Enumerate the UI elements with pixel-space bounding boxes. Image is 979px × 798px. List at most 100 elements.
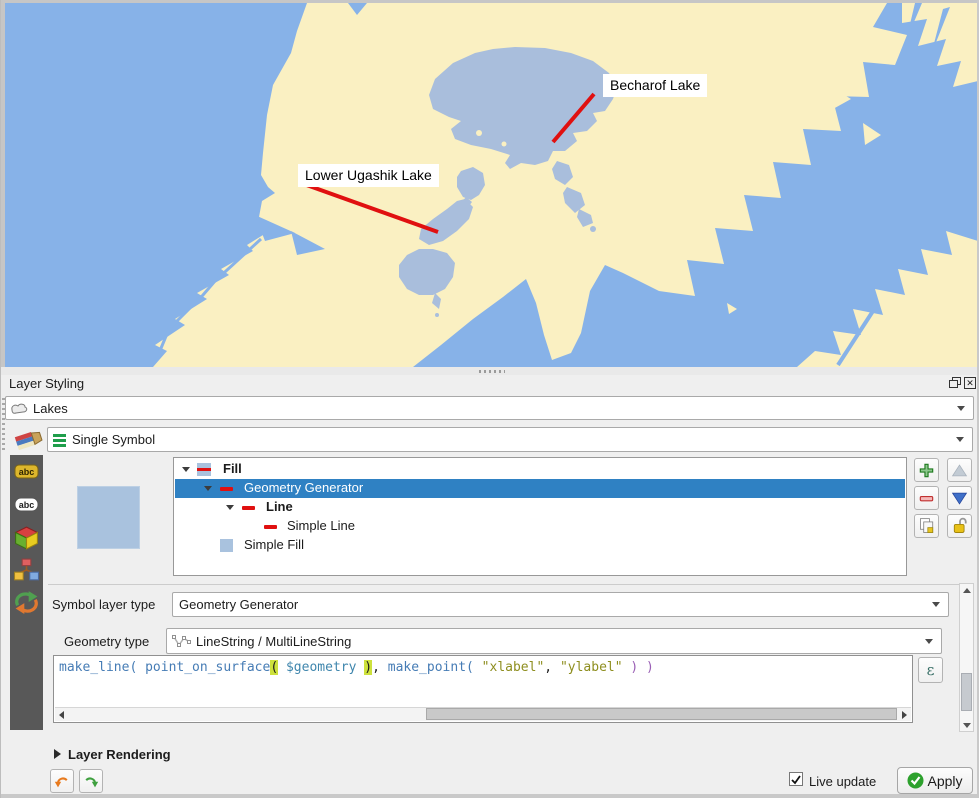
tree-row-label: Geometry Generator (244, 480, 363, 495)
svg-text:abc: abc (19, 467, 35, 477)
expression-editor[interactable]: make_line( point_on_surface( $geometry )… (53, 655, 913, 723)
map-graphics (5, 3, 978, 367)
expander-icon[interactable] (204, 486, 212, 491)
duplicate-icon (918, 517, 936, 535)
expander-icon[interactable] (226, 505, 234, 510)
tree-row-line[interactable]: Line (175, 498, 905, 517)
geometry-type-select[interactable]: LineString / MultiLineString (166, 628, 942, 654)
renderer-selector-value: Single Symbol (72, 432, 956, 447)
symbol-layer-tree: Fill Geometry Generator Line Simple Line… (173, 457, 907, 576)
section-divider (48, 584, 974, 585)
tree-row-label: Simple Line (287, 518, 355, 533)
line-symbol-icon (264, 525, 277, 529)
expression-token: make_line( (59, 660, 145, 675)
symbology-brush-icon[interactable] (14, 426, 44, 457)
tree-row-simple-fill[interactable]: Simple Fill (175, 536, 905, 555)
move-up-button[interactable] (947, 458, 972, 482)
geometry-type-label: Geometry type (64, 634, 149, 649)
lake-island (476, 130, 482, 136)
apply-button[interactable]: Apply (897, 767, 973, 794)
symbol-layer-type-label: Symbol layer type (52, 597, 155, 612)
map-label-becharof: Becharof Lake (603, 74, 707, 97)
duplicate-symbol-layer-button[interactable] (914, 514, 939, 538)
lake-tail (590, 226, 596, 232)
float-panel-icon[interactable] (949, 377, 961, 389)
expression-token: "xlabel" (482, 660, 545, 675)
apply-label: Apply (927, 773, 962, 789)
check-icon (790, 774, 802, 786)
styling-sidebar: abc abc (10, 455, 43, 730)
chevron-down-icon (925, 639, 933, 644)
tree-row-fill[interactable]: Fill (175, 460, 905, 479)
down-arrow-icon (951, 491, 968, 506)
up-arrow-icon (951, 463, 968, 478)
expression-token: ) ) (630, 660, 653, 675)
epsilon-icon: ε (927, 661, 935, 679)
expression-token: , (544, 660, 560, 675)
masks-abc-icon[interactable]: abc (13, 495, 40, 519)
fill-square-icon (220, 539, 233, 552)
panel-vscrollbar[interactable] (959, 583, 974, 732)
scroll-right-icon[interactable] (898, 708, 911, 721)
close-panel-icon[interactable]: ✕ (964, 377, 976, 389)
symbol-layer-type-select[interactable]: Geometry Generator (172, 592, 949, 617)
scroll-down-icon[interactable] (960, 719, 973, 731)
tree-row-simple-line[interactable]: Simple Line (175, 517, 905, 536)
linestring-geometry-icon (171, 634, 191, 649)
renderer-selector[interactable]: Single Symbol (47, 427, 973, 452)
scroll-up-icon[interactable] (960, 584, 973, 596)
svg-text:abc: abc (19, 500, 35, 510)
expression-token: "ylabel" (560, 660, 623, 675)
window-edge (1, 794, 979, 798)
splitter-grip-icon (479, 370, 505, 373)
lake-dot (435, 313, 439, 317)
remove-symbol-layer-button[interactable] (914, 486, 939, 510)
expression-builder-button[interactable]: ε (918, 657, 943, 683)
labels-abc-icon[interactable]: abc (13, 462, 40, 486)
vscroll-thumb[interactable] (961, 673, 972, 711)
expression-hscrollbar[interactable] (55, 707, 911, 721)
expression-token: make_point( (388, 660, 482, 675)
history-arrows-icon[interactable] (13, 590, 40, 614)
geometry-type-value: LineString / MultiLineString (196, 634, 925, 649)
expression-token (278, 660, 286, 675)
undo-arrow-icon (54, 773, 70, 789)
layer-selector[interactable]: Lakes (5, 396, 974, 420)
expander-icon[interactable] (182, 467, 190, 472)
diagrams-icon[interactable] (13, 558, 40, 582)
fill-symbol-icon (197, 463, 211, 476)
add-symbol-layer-button[interactable] (914, 458, 939, 482)
lake-island (502, 142, 507, 147)
line-symbol-icon (220, 487, 233, 491)
expression-token: ) (364, 660, 372, 675)
polygon-layer-icon (10, 402, 28, 415)
chevron-down-icon (932, 602, 940, 607)
undo-button[interactable] (50, 769, 74, 793)
qgis-window: Becharof Lake Lower Ugashik Lake Layer S… (0, 0, 979, 798)
move-down-button[interactable] (947, 486, 972, 510)
hscroll-thumb[interactable] (426, 708, 897, 720)
redo-arrow-icon (83, 773, 99, 789)
collapse-arrow-icon[interactable] (54, 749, 61, 759)
panel-title: Layer Styling (9, 376, 84, 391)
expression-token: ( (270, 660, 278, 675)
single-symbol-icon (52, 432, 67, 448)
expression-token: point_on_surface (145, 660, 270, 675)
line-symbol-icon (242, 506, 255, 510)
lock-colors-button[interactable] (947, 514, 972, 538)
tree-row-geometry-generator[interactable]: Geometry Generator (175, 479, 905, 498)
tree-row-label: Fill (223, 461, 242, 476)
scroll-left-icon[interactable] (55, 708, 68, 721)
apply-check-icon (907, 772, 924, 789)
layer-selector-value: Lakes (33, 401, 957, 416)
live-update-checkbox[interactable] (789, 772, 803, 786)
redo-button[interactable] (79, 769, 103, 793)
expression-token: , (372, 660, 388, 675)
map-label-ugashik: Lower Ugashik Lake (298, 164, 439, 187)
expression-code: make_line( point_on_surface( $geometry )… (59, 660, 654, 675)
symbol-preview (77, 486, 140, 549)
layer-rendering-header[interactable]: Layer Rendering (68, 747, 171, 762)
view-3d-cube-icon[interactable] (13, 526, 40, 550)
map-canvas[interactable]: Becharof Lake Lower Ugashik Lake (5, 3, 978, 367)
panel-splitter[interactable] (1, 367, 979, 375)
